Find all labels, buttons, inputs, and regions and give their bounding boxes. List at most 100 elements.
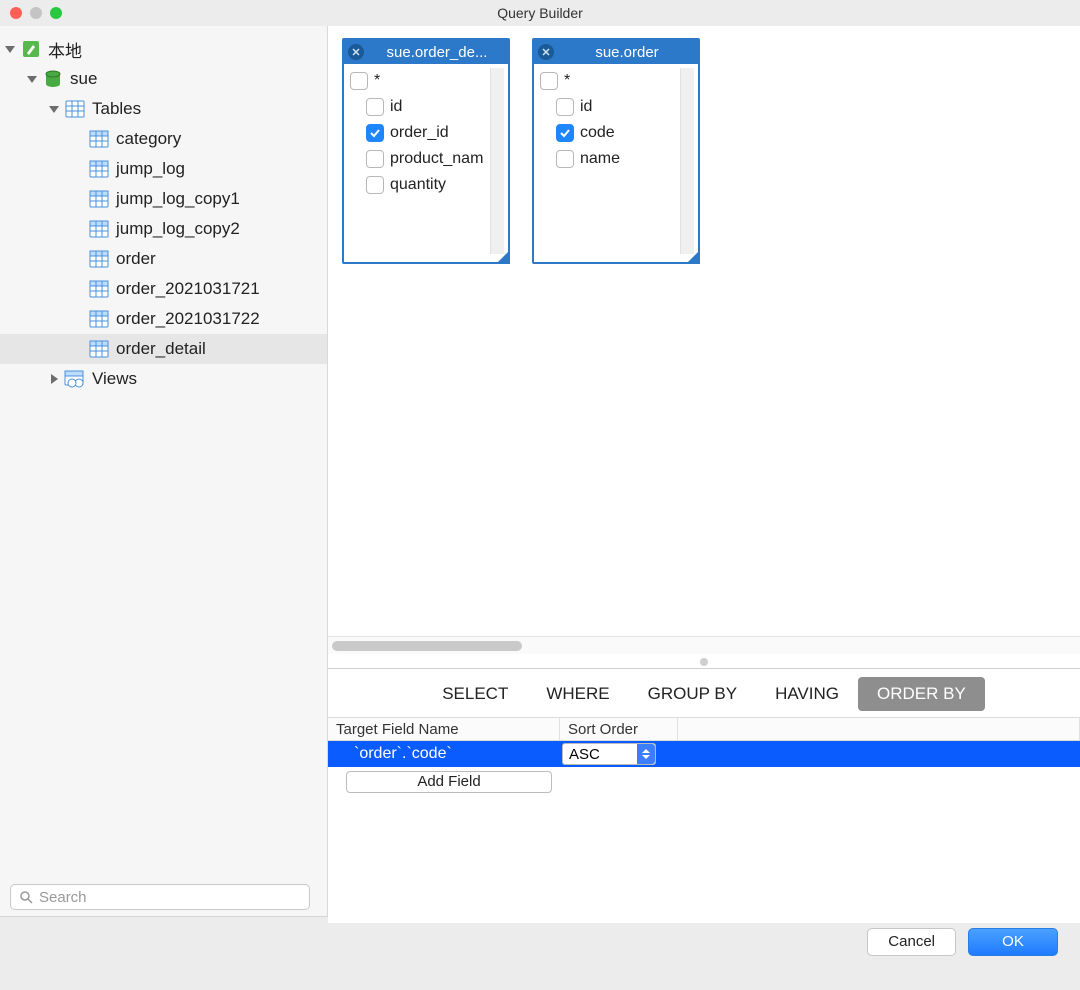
clauses-panel: SELECT WHERE GROUP BY HAVING ORDER BY Ta…: [328, 669, 1080, 923]
table-icon: [88, 159, 110, 179]
table-label: order_2021031721: [116, 279, 260, 299]
table-icon: [88, 279, 110, 299]
scrollbar-thumb[interactable]: [332, 641, 522, 651]
ok-button[interactable]: OK: [968, 928, 1058, 956]
table-icon: [88, 249, 110, 269]
sidebar: 本地 sue Tables: [0, 26, 328, 916]
table-node[interactable]: order: [0, 244, 327, 274]
table-icon: [88, 309, 110, 329]
database-icon: [42, 69, 64, 89]
chevron-down-icon[interactable]: [48, 103, 60, 115]
field-row[interactable]: *: [538, 68, 680, 94]
table-card-order-detail[interactable]: sue.order_de... * id order_id product_na…: [342, 38, 510, 264]
cancel-button[interactable]: Cancel: [867, 928, 956, 956]
checkbox[interactable]: [350, 72, 368, 90]
checkbox[interactable]: [540, 72, 558, 90]
checkbox[interactable]: [366, 98, 384, 116]
table-label: category: [116, 129, 181, 149]
tab-group-by[interactable]: GROUP BY: [629, 677, 756, 711]
field-name: code: [580, 124, 615, 142]
field-row[interactable]: order_id: [348, 120, 490, 146]
tables-folder-icon: [64, 99, 86, 119]
field-row[interactable]: id: [348, 94, 490, 120]
field-row[interactable]: quantity: [348, 172, 490, 198]
column-target-field[interactable]: Target Field Name: [328, 718, 560, 740]
database-node[interactable]: sue: [0, 64, 327, 94]
tables-folder[interactable]: Tables: [0, 94, 327, 124]
field-name: *: [564, 72, 570, 90]
field-name: order_id: [390, 124, 449, 142]
tab-where[interactable]: WHERE: [527, 677, 628, 711]
checkbox-checked[interactable]: [366, 124, 384, 142]
connection-label: 本地: [48, 37, 82, 62]
query-canvas[interactable]: sue.order_de... * id order_id product_na…: [328, 26, 1080, 669]
connection-node[interactable]: 本地: [0, 34, 327, 64]
window-title: Query Builder: [0, 5, 1080, 21]
titlebar: Query Builder: [0, 0, 1080, 26]
field-name: quantity: [390, 176, 446, 194]
sort-order-value: ASC: [569, 746, 600, 763]
column-sort-order[interactable]: Sort Order: [560, 718, 678, 740]
resize-handle[interactable]: [686, 250, 700, 264]
resize-handle[interactable]: [496, 250, 510, 264]
chevron-right-icon[interactable]: [48, 373, 60, 385]
table-node-selected[interactable]: order_detail: [0, 334, 327, 364]
table-label: jump_log_copy1: [116, 189, 240, 209]
checkbox-checked[interactable]: [556, 124, 574, 142]
search-input[interactable]: Search: [10, 884, 310, 910]
splitter-dot-icon[interactable]: [700, 658, 708, 666]
checkbox[interactable]: [366, 176, 384, 194]
field-name: product_nam: [390, 150, 483, 168]
field-row[interactable]: id: [538, 94, 680, 120]
chevron-down-icon[interactable]: [4, 43, 16, 55]
field-name: name: [580, 150, 620, 168]
field-name: id: [390, 98, 402, 116]
table-node[interactable]: jump_log_copy2: [0, 214, 327, 244]
table-label: order_detail: [116, 339, 206, 359]
clause-tabs: SELECT WHERE GROUP BY HAVING ORDER BY: [328, 669, 1080, 717]
connection-icon: [20, 39, 42, 59]
views-folder[interactable]: Views: [0, 364, 327, 394]
field-row[interactable]: code: [538, 120, 680, 146]
table-icon: [88, 219, 110, 239]
table-label: jump_log_copy2: [116, 219, 240, 239]
target-field-value[interactable]: `order`.`code`: [328, 745, 560, 763]
table-node[interactable]: category: [0, 124, 327, 154]
scrollbar[interactable]: [680, 68, 694, 254]
field-row[interactable]: name: [538, 146, 680, 172]
search-icon: [19, 890, 33, 904]
tab-select[interactable]: SELECT: [423, 677, 527, 711]
tab-having[interactable]: HAVING: [756, 677, 858, 711]
tab-order-by[interactable]: ORDER BY: [858, 677, 985, 711]
close-icon[interactable]: [538, 44, 554, 60]
order-by-row[interactable]: `order`.`code` ASC: [328, 741, 1080, 767]
views-folder-label: Views: [92, 369, 137, 389]
close-icon[interactable]: [348, 44, 364, 60]
scrollbar[interactable]: [490, 68, 504, 254]
table-node[interactable]: order_2021031721: [0, 274, 327, 304]
horizontal-scrollbar[interactable]: [328, 636, 1080, 654]
search-placeholder: Search: [39, 889, 87, 906]
table-icon: [88, 339, 110, 359]
checkbox[interactable]: [366, 150, 384, 168]
chevron-down-icon[interactable]: [26, 73, 38, 85]
grid-header: Target Field Name Sort Order: [328, 717, 1080, 741]
field-name: id: [580, 98, 592, 116]
checkbox[interactable]: [556, 150, 574, 168]
table-card-order[interactable]: sue.order * id code name: [532, 38, 700, 264]
dialog-footer: Cancel OK: [0, 916, 1080, 966]
table-icon: [88, 129, 110, 149]
table-node[interactable]: order_2021031722: [0, 304, 327, 334]
sort-order-select[interactable]: ASC: [562, 743, 656, 765]
table-node[interactable]: jump_log: [0, 154, 327, 184]
field-row[interactable]: *: [348, 68, 490, 94]
add-field-button[interactable]: Add Field: [346, 771, 552, 793]
checkbox[interactable]: [556, 98, 574, 116]
table-node[interactable]: jump_log_copy1: [0, 184, 327, 214]
table-label: jump_log: [116, 159, 185, 179]
object-tree: 本地 sue Tables: [0, 26, 327, 878]
card-title: sue.order: [560, 44, 694, 61]
table-label: order_2021031722: [116, 309, 260, 329]
select-stepper-icon[interactable]: [637, 744, 655, 764]
field-row[interactable]: product_nam: [348, 146, 490, 172]
